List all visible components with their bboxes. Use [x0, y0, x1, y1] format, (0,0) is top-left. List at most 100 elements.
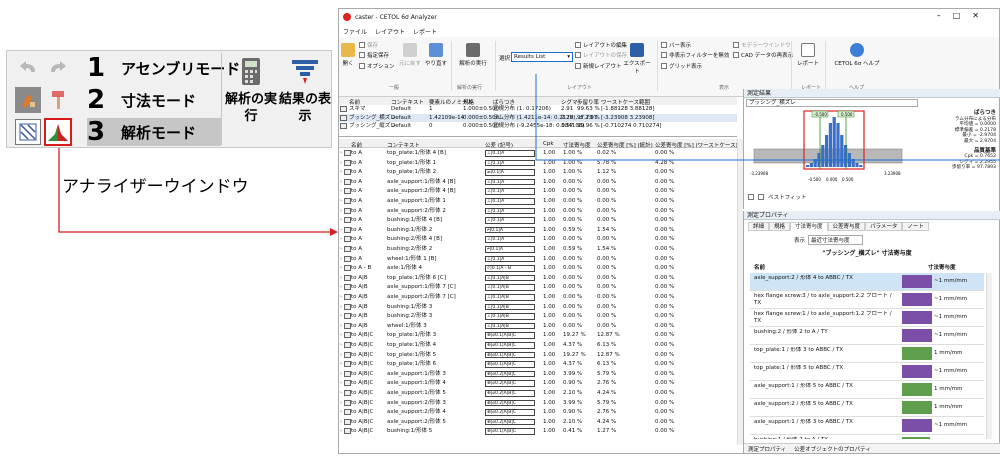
- tolerance-icon: [344, 217, 351, 224]
- table-cell: 0.00 %: [597, 303, 617, 310]
- table-row[interactable]: › to A bushing:1/形体 2 ⌿|0.1|A 1.00 0.59 % 1.54…: [339, 226, 737, 235]
- table-row[interactable]: › to A|B wheel:1/形体 3 ⊥|0.1|A|B 1.00 0.00 % 0.…: [339, 322, 737, 331]
- table-cell: 0.00 %: [597, 313, 617, 320]
- props-tab[interactable]: 公差寄与度: [827, 222, 866, 231]
- table-row[interactable]: › to A axle_support:2/形体 2 ⊥|0.1|A 1.00 0.00 …: [339, 207, 737, 216]
- table-row[interactable]: › to A|B axle_support:1/形体 7 [C] ⊥|0.1|A|B 1…: [339, 283, 737, 292]
- expand-icon[interactable]: ›: [340, 370, 342, 379]
- table-cell: 0.00 %: [655, 390, 675, 396]
- table-row[interactable]: › to A|B|C axle_support:2/形体 5 ⊕|⌀0.2|A|B|C…: [339, 418, 737, 427]
- expand-icon[interactable]: ›: [340, 331, 342, 340]
- table-cell: 1.00: [543, 255, 556, 262]
- contribution-value: 1 mm/mm: [934, 350, 963, 356]
- table-row[interactable]: › to A|B|C axle_support:1/形体 4 ⊕|⌀0.2|A|B|C…: [339, 379, 737, 388]
- table-row[interactable]: › to A|B|C axle_support:1/形体 5 ⊕|⌀0.2|A|B|C…: [339, 389, 737, 398]
- tolerance-icon: [344, 332, 351, 339]
- expand-icon[interactable]: ›: [340, 418, 342, 427]
- expand-icon[interactable]: ›: [340, 341, 342, 350]
- props-tab[interactable]: パラメータ: [865, 222, 903, 231]
- expand-icon[interactable]: ›: [340, 312, 342, 321]
- expand-icon[interactable]: ›: [340, 274, 342, 283]
- feature-control-frame: ⊕|⌀0.1|A|B|C: [485, 351, 535, 359]
- tab-measure-props[interactable]: 測定プロパティ: [748, 445, 786, 453]
- table-cell: 1.00: [543, 418, 556, 425]
- feature-control-frame: ⊕|⌀0.1|A|B|C: [485, 342, 535, 349]
- tolerance-icon: [344, 226, 351, 233]
- contribution-row[interactable]: axle_support:2 / 形体 5 to ABBC / TX 1 mm/m…: [750, 399, 984, 417]
- expand-icon[interactable]: ›: [340, 216, 342, 225]
- table-cell: to A|B: [351, 294, 368, 300]
- table-row[interactable]: › to A bushing:2/形体 4 [B] ⊥|0.1|A 1.00 0.00 %…: [339, 235, 737, 244]
- table-row[interactable]: › to A|B|C bushing:1/形体 5 ⊕|⌀0.1|A|B|C 1.00 0…: [339, 427, 737, 436]
- table-cell: 0.00 %: [655, 313, 675, 320]
- table-row[interactable]: › to A bushing:2/形体 2 ⌿|0.1|A 1.00 0.59 % 1.54…: [339, 245, 737, 254]
- props-tab[interactable]: ノート: [902, 222, 929, 231]
- contribution-row[interactable]: bushing:1 / 形体 2 to A / TX0.924225 mm/mm: [750, 435, 984, 439]
- table-row[interactable]: › to A|B|C axle_support:2/形体 3 ⊕|⌀0.2|A|B|C…: [339, 399, 737, 408]
- expand-icon[interactable]: ›: [340, 360, 342, 369]
- contribution-row[interactable]: axle_support:1 / 形体 3 to ABBC / TX ~1 mm/…: [750, 417, 984, 435]
- table-cell: 0.59 %: [563, 226, 583, 233]
- expand-icon[interactable]: ›: [340, 207, 342, 216]
- expand-icon[interactable]: ›: [340, 293, 342, 302]
- expand-icon[interactable]: ›: [340, 322, 342, 331]
- table-row[interactable]: › to A - B axle:1/形体 4 ⌭|0.1|A - B 1.00 0.00 …: [339, 264, 737, 273]
- props-tab[interactable]: 詳細: [748, 222, 770, 231]
- show-row: 表示 最近寸法寄与度: [794, 235, 863, 245]
- tab-tolerance-props[interactable]: 公差オブジェクトのプロパティ: [794, 445, 871, 453]
- contribution-row[interactable]: axle_support:2 / 形体 4 to ABBC / TX ~1 mm/…: [750, 273, 984, 291]
- expand-icon[interactable]: ›: [340, 235, 342, 244]
- expand-icon[interactable]: ›: [340, 408, 342, 417]
- table-row[interactable]: › to A|B bushing:1/形体 3 ⊥|0.1|A|B 1.00 0.00 %…: [339, 303, 737, 312]
- col-contrib: 寸法寄与度: [928, 265, 956, 271]
- contribution-row[interactable]: top_plate:1 / 形体 3 to ABBC / TX 1 mm/mm: [750, 345, 984, 363]
- table-row[interactable]: › to A|B|C top_plate:1/形体 6 ⊕|⌀0.1|A|B|C 1.0…: [339, 360, 737, 369]
- table-row[interactable]: › to A wheel:1/形体 1 [B] ⊥|0.1|A 1.00 0.00 % 0.…: [339, 255, 737, 264]
- expand-icon[interactable]: ›: [340, 389, 342, 398]
- expand-icon[interactable]: ›: [340, 264, 342, 273]
- show-select[interactable]: 最近寸法寄与度: [808, 235, 863, 245]
- expand-icon[interactable]: ›: [340, 399, 342, 408]
- table-cell: 1.00: [543, 217, 556, 224]
- feature-control-frame: ⊕|⌀0.2|A|B|C: [485, 370, 535, 378]
- contribution-row[interactable]: top_plate:1 / 形体 5 to ABBC / TX ~1 mm/mm: [750, 363, 984, 381]
- expand-icon[interactable]: ›: [340, 303, 342, 312]
- expand-icon[interactable]: ›: [340, 245, 342, 254]
- props-tab[interactable]: 規格: [769, 222, 791, 231]
- expand-icon[interactable]: ›: [340, 226, 342, 235]
- table-cell: axle_support:2/形体 3: [387, 399, 446, 406]
- table-row[interactable]: › to A|B|C axle_support:2/形体 4 ⊕|⌀0.2|A|B|C…: [339, 408, 737, 417]
- table-row[interactable]: › to A|B|C axle_support:1/形体 3 ⊕|⌀0.2|A|B|C…: [339, 370, 737, 379]
- table-row[interactable]: › to A|B|C top_plate:1/形体 4 ⊕|⌀0.1|A|B|C 1.0…: [339, 341, 737, 350]
- table-cell: 0.00 %: [563, 217, 583, 224]
- table-cell: to A|B: [351, 303, 368, 310]
- contribution-bar: [902, 383, 932, 396]
- table-cell: 0.00 %: [597, 207, 617, 214]
- expand-icon[interactable]: ›: [340, 427, 342, 436]
- feature-control-frame: ⊥|0.1|A|B: [485, 274, 535, 282]
- table-cell: axle_support:1/形体 7 [C]: [387, 284, 456, 291]
- contribution-title: "ブッシング_横ズレ" 寸法寄与度: [822, 250, 912, 257]
- contribution-row[interactable]: bushing:2 / 形体 2 to A / TY ~1 mm/mm: [750, 327, 984, 345]
- expand-icon[interactable]: ›: [340, 255, 342, 264]
- expand-icon[interactable]: ›: [340, 379, 342, 388]
- expand-icon[interactable]: ›: [340, 283, 342, 292]
- feature-control-frame: ⊥|0.1|A: [485, 236, 535, 243]
- contribution-row[interactable]: hex flange screw:1 / to axle_support:1.2…: [750, 309, 984, 327]
- table-row[interactable]: › to A|B|C top_plate:1/形体 3 ⊕|⌀0.1|A|B|C 1.0…: [339, 331, 737, 340]
- table-row[interactable]: › to A|B axle_support:2/形体 7 [C] ⊥|0.1|A|B 1…: [339, 293, 737, 302]
- table-cell: 0.00 %: [597, 274, 617, 281]
- table-cell: 1.00: [543, 236, 556, 243]
- expand-icon[interactable]: ›: [340, 351, 342, 360]
- table-row[interactable]: › to A|B|C top_plate:1/形体 5 ⊕|⌀0.1|A|B|C 1.0…: [339, 351, 737, 360]
- table-cell: top_plate:1/形体 3: [387, 332, 437, 339]
- props-tab[interactable]: 寸法寄与度: [790, 222, 828, 231]
- table-cell: axle_support:2/形体 4: [387, 409, 446, 416]
- contribution-scrollbar[interactable]: [986, 273, 992, 439]
- contribution-row[interactable]: hex flange screw:3 / to axle_support:2.2…: [750, 291, 984, 309]
- table-row[interactable]: › to A|B bushing:2/形体 3 ⊥|0.1|A|B 1.00 0.00 %…: [339, 312, 737, 321]
- table-row[interactable]: › to A|B top_plate:1/形体 6 [C] ⊥|0.1|A|B 1.00…: [339, 274, 737, 283]
- contribution-row[interactable]: axle_support:1 / 形体 5 to ABBC / TX 1 mm/m…: [750, 381, 984, 399]
- table-row[interactable]: › to A bushing:1/形体 4 [B] ⊥|0.1|A 1.00 0.00 %…: [339, 216, 737, 225]
- table-cell: to A|B|C: [351, 390, 374, 396]
